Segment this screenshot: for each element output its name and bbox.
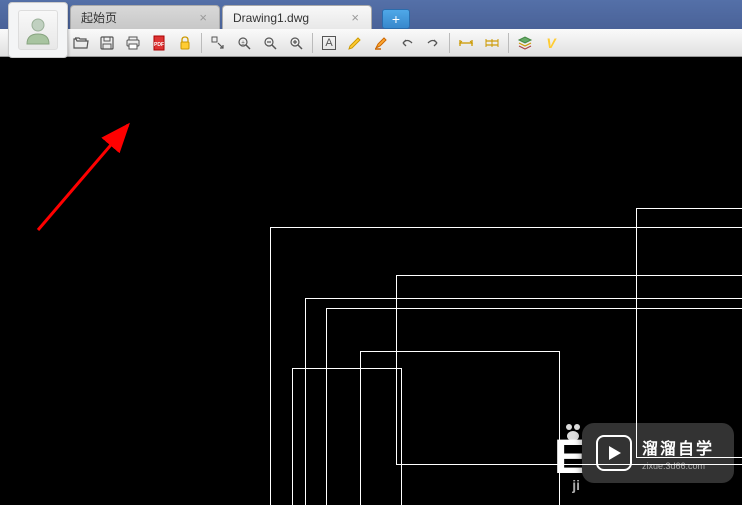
- open-button[interactable]: [69, 31, 93, 55]
- lock-button[interactable]: [173, 31, 197, 55]
- save-button[interactable]: [95, 31, 119, 55]
- save-icon: [99, 35, 115, 51]
- separator: [508, 33, 509, 53]
- pencil-button[interactable]: [343, 31, 367, 55]
- vip-button[interactable]: V: [539, 31, 563, 55]
- layers-button[interactable]: [513, 31, 537, 55]
- zoom-out-icon: [262, 35, 278, 51]
- zoom-out-button[interactable]: [258, 31, 282, 55]
- measure-continuous-button[interactable]: [480, 31, 504, 55]
- highlight-button[interactable]: [369, 31, 393, 55]
- tab-drawing1[interactable]: Drawing1.dwg ×: [222, 5, 372, 29]
- undo-button[interactable]: [395, 31, 419, 55]
- separator: [312, 33, 313, 53]
- pdf-icon: PDF: [151, 35, 167, 51]
- print-button[interactable]: [121, 31, 145, 55]
- pencil-icon: [347, 35, 363, 51]
- avatar-placeholder-icon: [18, 10, 58, 50]
- zoom-extent-icon: [210, 35, 226, 51]
- new-tab-button[interactable]: +: [382, 9, 410, 29]
- avatar[interactable]: [8, 2, 68, 58]
- separator: [201, 33, 202, 53]
- separator: [449, 33, 450, 53]
- highlight-icon: [373, 35, 389, 51]
- measure-button[interactable]: [454, 31, 478, 55]
- tabs: 起始页 × Drawing1.dwg × +: [70, 0, 410, 29]
- redo-button[interactable]: [421, 31, 445, 55]
- tab-bar: 起始页 × Drawing1.dwg × +: [0, 0, 742, 29]
- plus-icon: +: [392, 11, 400, 27]
- open-folder-icon: [73, 35, 89, 51]
- toolbar: PDF ±: [0, 29, 742, 57]
- lock-icon: [177, 35, 193, 51]
- text-icon: A: [322, 36, 336, 50]
- tab-label: Drawing1.dwg: [233, 11, 309, 25]
- measure-continuous-icon: [484, 35, 500, 51]
- vip-icon: V: [546, 35, 555, 51]
- drawing-rect: [292, 368, 402, 505]
- annotation-arrow: [28, 115, 158, 245]
- zoom-window-icon: ±: [236, 35, 252, 51]
- close-icon[interactable]: ×: [349, 10, 361, 25]
- redo-icon: [425, 35, 441, 51]
- measure-icon: [458, 35, 474, 51]
- print-icon: [125, 35, 141, 51]
- tab-label: 起始页: [81, 9, 117, 26]
- zoom-in-icon: [288, 35, 304, 51]
- pdf-button[interactable]: PDF: [147, 31, 171, 55]
- undo-icon: [399, 35, 415, 51]
- layers-icon: [517, 35, 533, 51]
- close-icon[interactable]: ×: [197, 10, 209, 25]
- drawing-canvas[interactable]: E ji 溜溜自学 zixue.3d66.com: [0, 57, 742, 505]
- zoom-window-button[interactable]: ±: [232, 31, 256, 55]
- svg-text:PDF: PDF: [154, 42, 164, 48]
- tab-start-page[interactable]: 起始页 ×: [70, 5, 220, 29]
- zoom-in-button[interactable]: [284, 31, 308, 55]
- text-button[interactable]: A: [317, 31, 341, 55]
- zoom-extent-button[interactable]: [206, 31, 230, 55]
